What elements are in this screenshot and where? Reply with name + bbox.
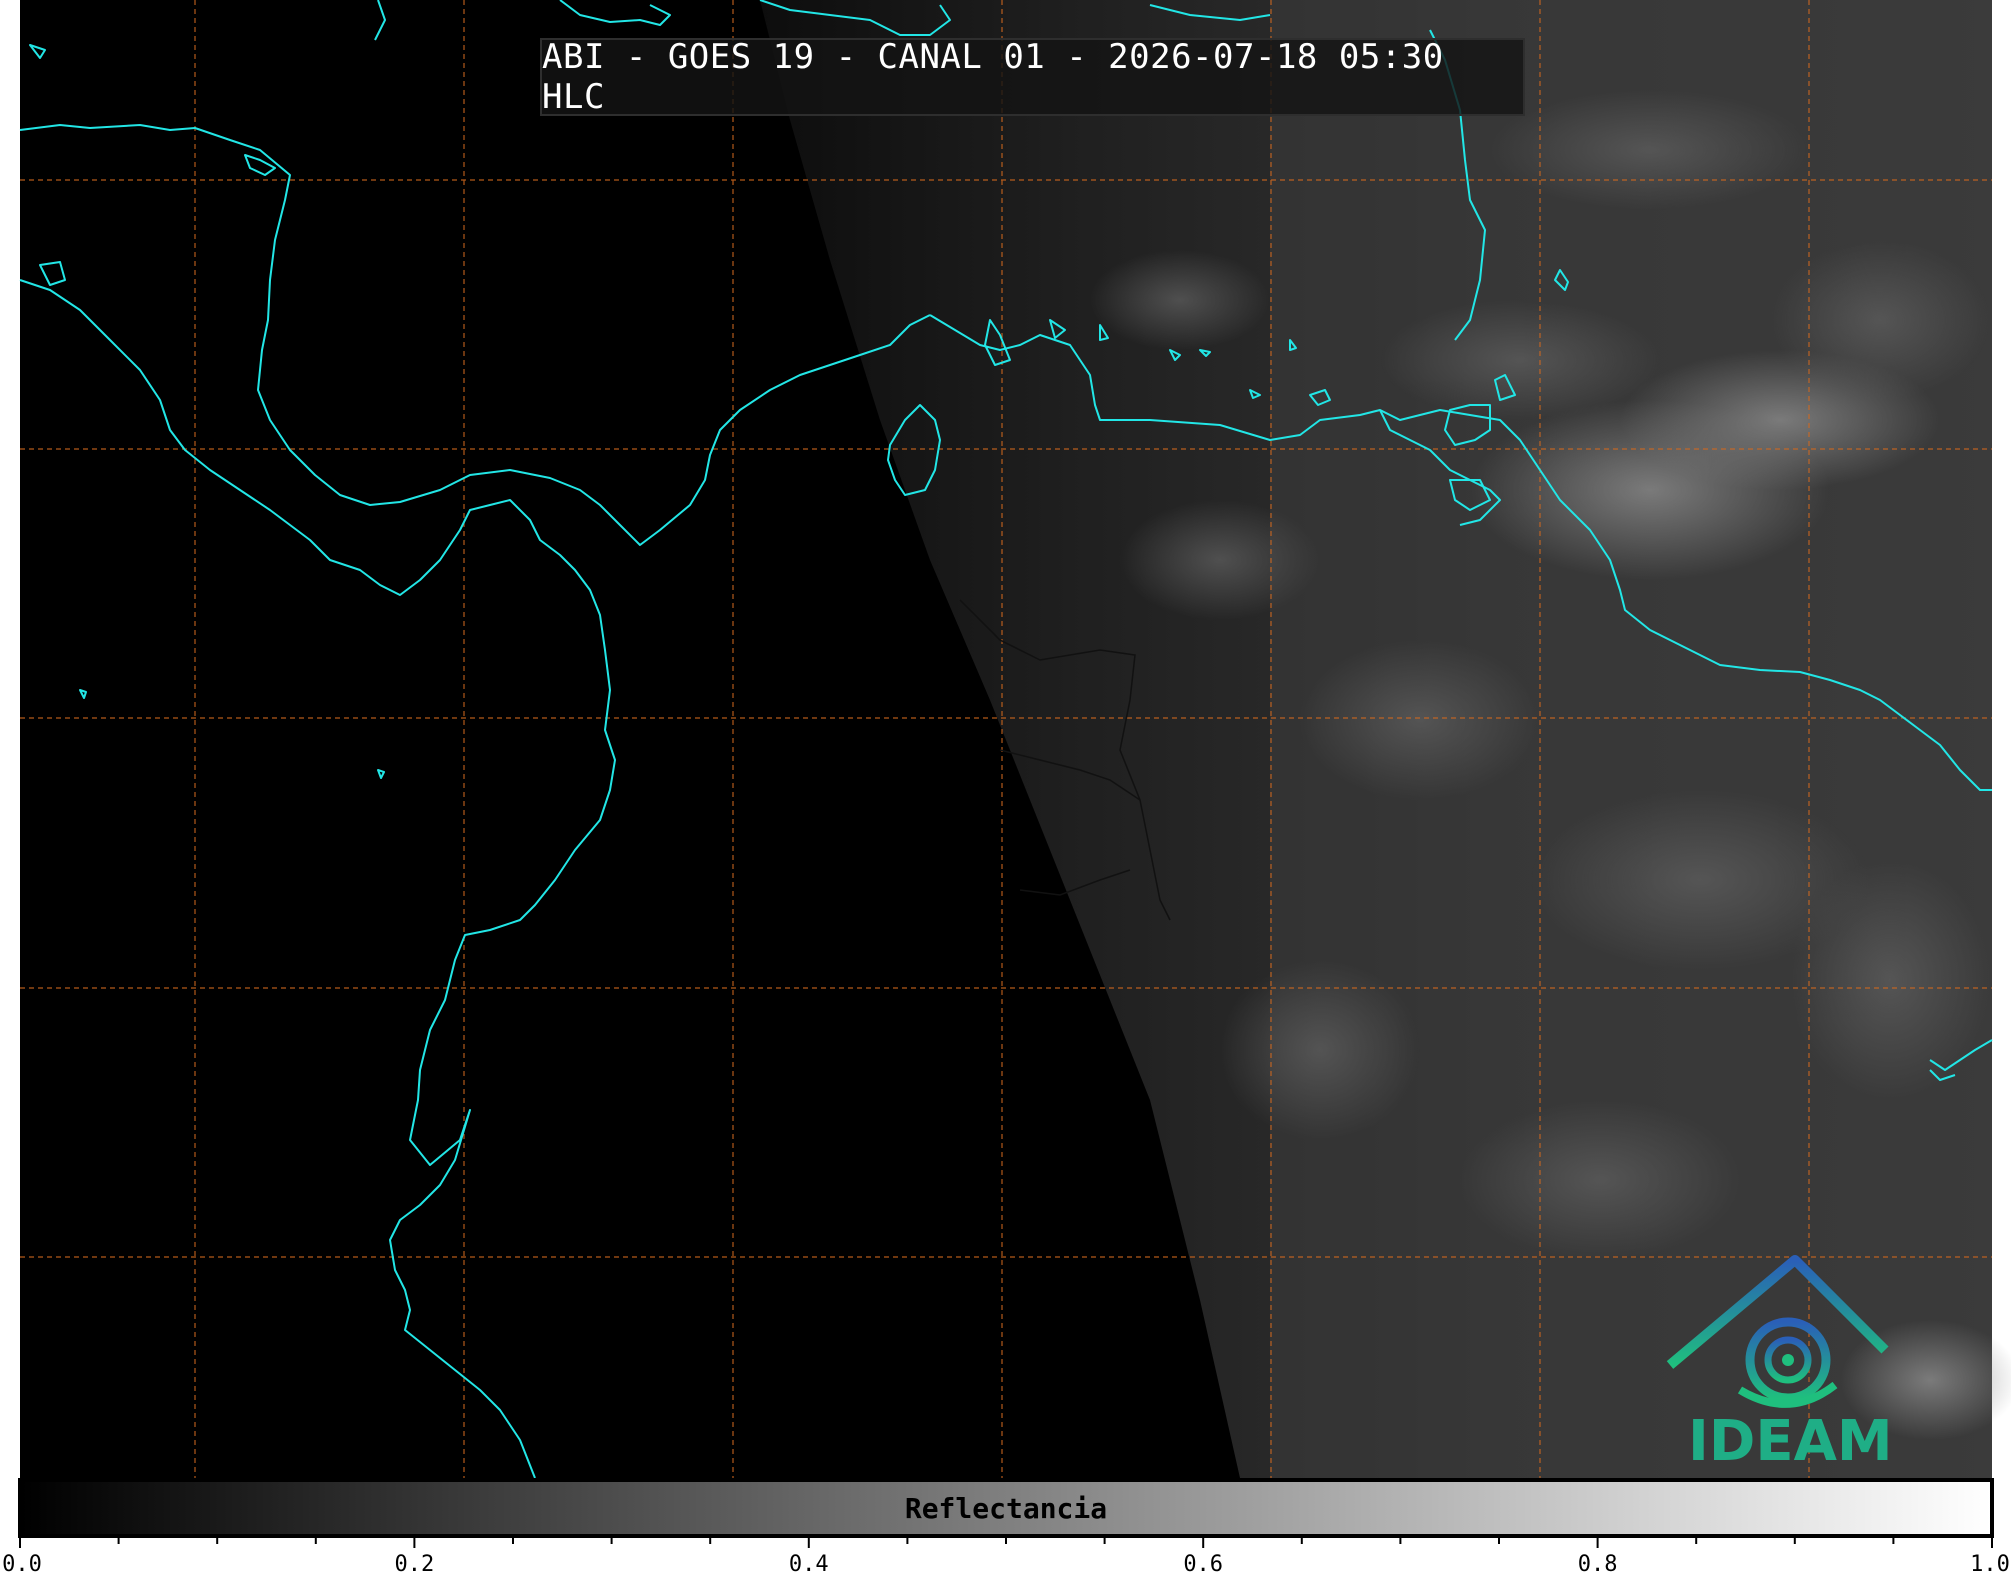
colorbar-tick-label: 0.8 [1577,1552,1618,1577]
colorbar-tick-label: 0.4 [788,1552,829,1577]
colorbar-tick-label: 0.6 [1183,1552,1224,1577]
satellite-map [18,0,2011,1548]
colorbar-tick-label: 1.0 [1970,1552,2010,1577]
colorbar-tick-label: 0.0 [2,1552,42,1577]
colorbar-ticks [19,1536,1993,1548]
colorbar-tick-label: 0.2 [394,1552,435,1577]
colorbar-label: Reflectancia [904,1491,1108,1525]
ideam-logo-text: IDEAM [1688,1409,1893,1474]
map-title: ABI - GOES 19 - CANAL 01 - 2026-07-18 05… [540,37,1525,117]
satellite-map-view: ABI - GOES 19 - CANAL 01 - 2026-07-18 05… [0,0,2011,1577]
